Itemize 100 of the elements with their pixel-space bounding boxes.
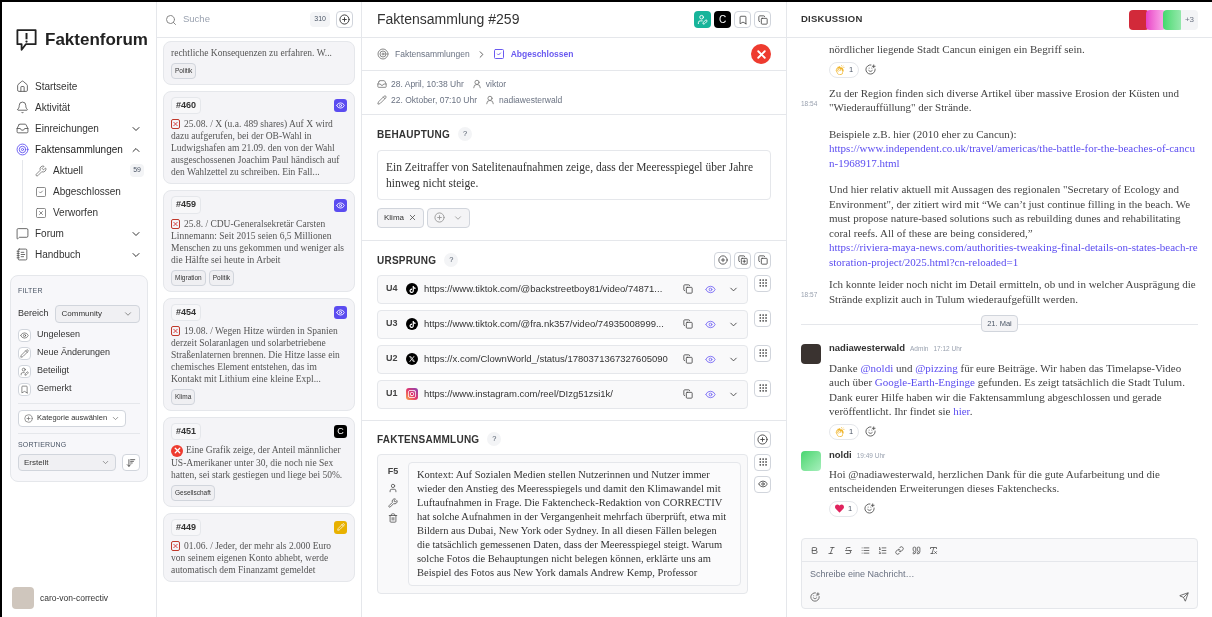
copy-icon[interactable] xyxy=(683,389,693,399)
copy-button[interactable] xyxy=(754,11,771,28)
link[interactable]: hier xyxy=(953,405,970,417)
bold-icon[interactable] xyxy=(810,545,819,555)
card-text: 25.8. / CDU-Generalsekretär Carsten Linnemann: Seit 2015 seien 6,5 Millionen Menschen zu uns gekommen und weniger als die Hälfte sei heute in Arbeit xyxy=(171,217,346,266)
nav-item[interactable]: Startseite xyxy=(10,76,148,97)
source-id: U3 xyxy=(386,317,399,331)
add-button[interactable] xyxy=(714,251,731,269)
status-button[interactable]: C xyxy=(714,11,731,28)
source-url[interactable]: https://www.instagram.com/reel/DIzg51zsi1k/ xyxy=(424,386,677,402)
clear-format-icon[interactable] xyxy=(929,545,938,555)
user-icon[interactable] xyxy=(388,483,398,493)
source-row[interactable]: U2 https://x.com/ClownWorld_/status/1780371367327605090 xyxy=(377,344,748,374)
copy-icon[interactable] xyxy=(683,319,693,329)
chevron-down-icon xyxy=(101,458,110,467)
meta-user[interactable]: viktor xyxy=(485,78,507,91)
copy-plus-button[interactable] xyxy=(734,251,751,269)
italic-icon[interactable] xyxy=(827,545,836,555)
user-edit-button[interactable] xyxy=(694,11,711,28)
nav-item[interactable]: Forum xyxy=(10,223,148,244)
plus-circle-icon xyxy=(757,433,768,445)
eye-icon xyxy=(757,479,768,489)
source-row[interactable]: U4 https://www.tiktok.com/@backstreetboy81/video/74871... xyxy=(377,274,748,304)
strikethrough-icon[interactable] xyxy=(844,545,853,555)
add-button[interactable] xyxy=(754,430,771,448)
add-reaction-icon[interactable] xyxy=(864,503,876,515)
add-button[interactable] xyxy=(336,11,353,28)
meta-user[interactable]: nadiawesterwald xyxy=(499,93,563,107)
link[interactable]: @noldi xyxy=(860,361,894,374)
add-reaction-icon[interactable] xyxy=(865,64,877,75)
message-composer[interactable]: Schreibe eine Nachricht… xyxy=(801,538,1198,609)
card-text: 01.06. / Jeder, der mehr als 2.000 Euro von seinem eigenen Konto abhebt, werde automatisch dem Finanzamt gemeldet xyxy=(171,540,333,576)
message-field[interactable]: Schreibe eine Nachricht… xyxy=(802,562,1197,586)
link[interactable]: https://riviera-maya-news.com/authorities-tweaking-final-details-on-states-beach-restoration-project/2025.html?cn-reloaded=1 xyxy=(829,240,1198,269)
source-row[interactable]: U3 https://www.tiktok.com/@fra.nk357/video/74935008999... xyxy=(377,309,748,339)
eye-icon[interactable] xyxy=(705,388,716,400)
copy-icon[interactable] xyxy=(683,284,693,294)
quote-icon[interactable] xyxy=(912,545,921,555)
fact-check-card[interactable] xyxy=(163,90,355,185)
copy-button[interactable] xyxy=(754,251,771,269)
copy-icon[interactable] xyxy=(683,354,693,364)
send-icon[interactable] xyxy=(1179,592,1189,602)
trash-icon[interactable] xyxy=(388,513,398,523)
tag[interactable]: Klima xyxy=(377,207,424,228)
nav-item[interactable]: Einreichungen xyxy=(10,118,148,139)
grip-button[interactable] xyxy=(754,453,771,471)
filter-toggle[interactable]: Beteiligt xyxy=(18,363,140,379)
emoji-icon[interactable] xyxy=(810,592,820,602)
link-icon[interactable] xyxy=(895,545,904,555)
source-url[interactable]: https://www.tiktok.com/@fra.nk357/video/74935008999... xyxy=(424,316,677,332)
grip-button[interactable] xyxy=(754,274,771,292)
breadcrumb-link[interactable]: Faktensammlungen xyxy=(395,47,470,61)
fact-text[interactable]: Kontext: Auf Sozialen Medien stellen Nutzerinnen und Nutzer immer wieder den Anstieg des Meeresspiegels und damit den Klimawandel mit Luftaufnahmen in Frage. Die Faktencheck-Redaktion von CORRECTIV hat solche Aufnahmen in der Vergangenheit mehrfach überprüft, etwa mit Bildern aus Dubai, New York oder Sydney. In all diesen Fällen belegen die tatsächlich gemessenen Daten, dass der Meeresspiegel steigt. Warum solche Fotos die Behauptungen nicht belegen können, erklärte uns am Beispiel des Fotos aus New York damals Andrew Kemp, Professor xyxy=(408,461,741,586)
remove-icon[interactable] xyxy=(408,213,417,222)
eye-icon[interactable] xyxy=(705,353,716,365)
link[interactable]: https://www.independent.co.uk/travel/americas/the-battle-for-the-beaches-of-cancun-1968917.html xyxy=(829,141,1198,170)
sort-direction-button[interactable] xyxy=(122,454,140,471)
filter-toggle[interactable]: Ungelesen xyxy=(18,327,140,343)
bookmark-button[interactable] xyxy=(734,11,751,28)
link[interactable]: @pizzing xyxy=(915,361,958,374)
sort-select[interactable]: Erstellt xyxy=(18,454,116,471)
nav-subitem[interactable]: Verworfen xyxy=(31,202,148,223)
fact-check-card[interactable]: #449 01.06. / Jeder, der mehr als 2.000 Euro von seinem eigenen Konto abhebt, werde automatisch dem Finanzamt gemeldet xyxy=(163,512,355,582)
add-reaction-icon[interactable] xyxy=(865,426,877,437)
message-text: Und hier relativ aktuell mit Aussagen des regionalen "Secretary of Ecology and Environment", der zitiert wird mit “We can’t just continue filling in the beach. We must propose nature-based solutions such as rebuilding dunes and rehabilitating coral reefs. All of these are being considered,” xyxy=(829,182,1192,240)
grip-button[interactable] xyxy=(754,379,771,397)
eye-icon[interactable] xyxy=(705,318,716,330)
target-icon xyxy=(377,48,389,60)
source-row[interactable]: U1 https://www.instagram.com/reel/DIzg51zsi1k/ xyxy=(377,379,748,409)
field-label: Bereich xyxy=(18,306,49,320)
user-name: caro-von-correctiv xyxy=(40,591,109,605)
avatar[interactable] xyxy=(801,344,821,365)
nav-item[interactable]: Faktensammlungen xyxy=(10,139,148,160)
page-title: Faktensammlung #259 xyxy=(377,10,521,29)
nav-item[interactable]: Aktivität xyxy=(10,97,148,118)
breadcrumb-current[interactable]: Abgeschlossen xyxy=(510,47,574,61)
author-name[interactable]: nadiawesterwald xyxy=(829,341,906,356)
scope-select[interactable]: Community xyxy=(54,304,140,323)
source-url[interactable]: https://x.com/ClownWorld_/status/1780371367327605090 xyxy=(424,351,677,367)
card-number: #460 xyxy=(171,96,202,115)
link[interactable]: Google-Earth-Enginge xyxy=(874,376,975,388)
wrench-icon[interactable] xyxy=(388,498,398,508)
search-icon xyxy=(165,13,177,26)
search-field[interactable]: Suche xyxy=(183,12,305,27)
nav-item[interactable]: Handbuch xyxy=(10,244,148,265)
claim-text[interactable]: Ein Zeitraffer von Satelitenaufnahmen zeige, dass der Meeresspiegel über Jahre hinweg nicht steige. xyxy=(377,149,771,200)
grip-button[interactable] xyxy=(754,309,771,327)
grip-button[interactable] xyxy=(754,344,771,362)
author-name[interactable]: noldi xyxy=(829,447,852,462)
eye-icon[interactable] xyxy=(705,283,716,295)
message-text: Beispiele z.B. hier (2010 eher zu Cancun): xyxy=(829,126,1018,141)
bullet-list-icon[interactable] xyxy=(861,545,870,555)
source-url[interactable]: https://www.tiktok.com/@backstreetboy81/video/74871... xyxy=(424,281,677,297)
nav-subitem[interactable]: Abgeschlossen xyxy=(31,181,148,202)
section-title: URSPRUNG xyxy=(377,253,437,268)
filter-toggle[interactable]: Gemerkt xyxy=(18,381,140,397)
numbered-list-icon[interactable] xyxy=(878,545,887,555)
filter-toggle[interactable]: Neue Änderungen xyxy=(18,345,140,361)
fact-check-card[interactable] xyxy=(163,297,355,411)
eye-button[interactable] xyxy=(754,475,771,493)
